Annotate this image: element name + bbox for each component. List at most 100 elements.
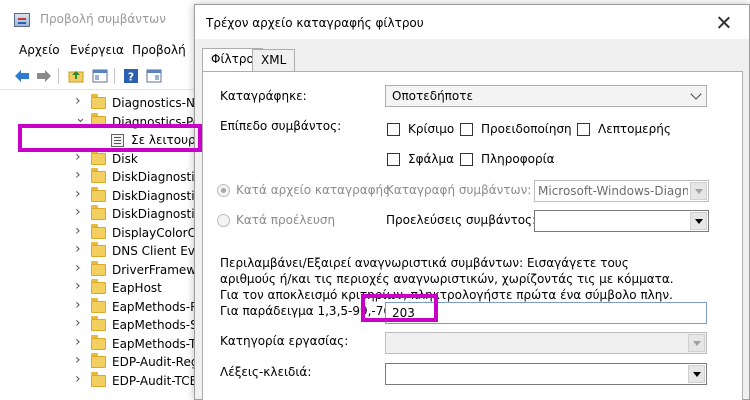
checkbox-verbose[interactable] bbox=[577, 123, 590, 136]
tree-item-label: Disk bbox=[112, 151, 138, 166]
highlight-tree-item bbox=[18, 124, 202, 152]
chevron-right-icon[interactable]: › bbox=[75, 260, 81, 276]
toolbar-separator bbox=[58, 68, 59, 84]
chevron-down-icon bbox=[690, 88, 702, 100]
checkbox-information[interactable] bbox=[460, 153, 473, 166]
close-icon[interactable] bbox=[714, 13, 734, 33]
tree-item[interactable]: › DNS Client Even bbox=[0, 241, 197, 260]
chevron-right-icon[interactable]: › bbox=[75, 315, 81, 331]
dropdown-arrow-icon bbox=[690, 212, 707, 230]
chevron-right-icon[interactable]: › bbox=[75, 93, 81, 109]
folder-icon bbox=[91, 371, 106, 387]
chevron-right-icon[interactable]: › bbox=[75, 223, 81, 239]
tree-item[interactable]: › DiskDiagnosticD bbox=[0, 186, 197, 205]
event-viewer-app-icon bbox=[14, 13, 30, 27]
menu-action[interactable]: Ενέργεια bbox=[70, 43, 124, 57]
dialog-titlebar: Τρέχον αρχείο καταγραφής φίλτρου bbox=[195, 5, 749, 39]
radio-by-source-label: Κατά προέλευση bbox=[236, 213, 336, 227]
tree-item[interactable]: › EapMethods-Sin bbox=[0, 315, 198, 334]
tree-item[interactable]: › Diagnostics-Net bbox=[0, 93, 198, 112]
task-category-combo[interactable] bbox=[385, 332, 707, 354]
folder-icon bbox=[91, 279, 106, 294]
chevron-right-icon[interactable]: › bbox=[75, 371, 81, 387]
folder-up-icon[interactable] bbox=[68, 68, 84, 84]
tree-item-label: EDP-Audit-Regu bbox=[112, 355, 198, 369]
filter-log-dialog: Τρέχον αρχείο καταγραφής φίλτρου Φίλτρο … bbox=[194, 4, 750, 400]
chevron-right-icon[interactable]: › bbox=[75, 204, 81, 220]
tree-item[interactable]: › EDP-Audit-TCB bbox=[0, 371, 198, 390]
tree-item-label: Diagnostics-Net bbox=[112, 96, 198, 110]
svg-text:?: ? bbox=[128, 71, 134, 84]
event-level-label: Επίπεδο συμβάντος: bbox=[220, 119, 342, 133]
checkbox-critical[interactable] bbox=[387, 123, 400, 136]
show-hide-tree-icon[interactable] bbox=[92, 68, 108, 84]
radio-by-source[interactable] bbox=[217, 214, 230, 227]
folder-icon bbox=[91, 353, 106, 368]
tree-item-label: EDP-Audit-TCB bbox=[112, 373, 198, 388]
tab-xml[interactable]: XML bbox=[252, 49, 296, 71]
folder-icon bbox=[91, 149, 106, 165]
menu-file[interactable]: Αρχείο bbox=[19, 43, 60, 57]
logged-select[interactable]: Οποτεδήποτε bbox=[385, 85, 707, 107]
tree-item-label: EapMethods-Sin bbox=[112, 318, 198, 332]
checkbox-warning[interactable] bbox=[460, 123, 473, 136]
tree-item[interactable]: › EapMethods-Ra bbox=[0, 297, 198, 316]
tree-item-label: DisplayColorCal bbox=[112, 225, 198, 240]
tree-item[interactable]: › DriverFramewor bbox=[0, 260, 197, 279]
event-logs-combo[interactable]: Microsoft-Windows-Diagnos bbox=[534, 180, 709, 202]
toolbar-separator bbox=[114, 68, 115, 84]
checkbox-warning-label: Προειδοποίηση bbox=[481, 122, 572, 136]
menu-view[interactable]: Προβολή bbox=[132, 43, 186, 57]
folder-icon bbox=[91, 316, 106, 331]
chevron-right-icon[interactable]: › bbox=[75, 352, 81, 368]
folder-icon bbox=[91, 242, 106, 257]
tree-item-label: EapHost bbox=[112, 281, 162, 295]
event-sources-combo[interactable] bbox=[534, 210, 709, 232]
tree-item-label: DiskDiagnosticR bbox=[112, 207, 197, 221]
back-arrow-icon[interactable] bbox=[14, 68, 30, 84]
folder-icon bbox=[91, 186, 106, 202]
folder-icon bbox=[91, 168, 106, 183]
folder-icon bbox=[91, 205, 106, 220]
filter-tab-panel: Καταγράφηκε: Οποτεδήποτε Επίπεδο συμβάντ… bbox=[202, 71, 743, 400]
event-viewer-title: Προβολή συμβάντων bbox=[40, 12, 166, 26]
checkbox-critical-label: Κρίσιμο bbox=[408, 122, 455, 136]
tree-item[interactable]: › EapMethods-Ttl bbox=[0, 334, 198, 353]
event-sources-label: Προελεύσεις συμβάντος: bbox=[386, 213, 537, 227]
folder-icon bbox=[91, 223, 106, 239]
folder-icon bbox=[91, 94, 106, 109]
dropdown-arrow-icon bbox=[690, 182, 707, 200]
dropdown-arrow-icon bbox=[688, 334, 705, 352]
checkbox-error[interactable] bbox=[387, 153, 400, 166]
chevron-right-icon[interactable]: › bbox=[75, 297, 81, 313]
tree-item[interactable]: › DiskDiagnostic bbox=[0, 167, 198, 186]
tree-item-label: DiskDiagnostic bbox=[112, 170, 198, 184]
checkbox-information-label: Πληροφορία bbox=[481, 152, 555, 166]
tree-item-label: EapMethods-Ttl bbox=[112, 336, 198, 351]
dialog-title: Τρέχον αρχείο καταγραφής φίλτρου bbox=[206, 16, 424, 30]
event-logs-combo-value: Microsoft-Windows-Diagnos bbox=[538, 184, 688, 198]
tree-item-label: DriverFramewor bbox=[112, 262, 197, 277]
chevron-right-icon[interactable]: › bbox=[75, 186, 81, 202]
folder-icon bbox=[91, 260, 106, 276]
logged-select-value: Οποτεδήποτε bbox=[392, 89, 473, 103]
tree-item-label: EapMethods-Ra bbox=[112, 299, 198, 314]
dropdown-arrow-icon bbox=[688, 365, 705, 383]
forward-arrow-icon[interactable] bbox=[36, 68, 52, 84]
tree-item[interactable]: › Disk bbox=[0, 149, 197, 168]
chevron-right-icon[interactable]: › bbox=[75, 334, 81, 350]
keywords-combo[interactable] bbox=[385, 363, 707, 385]
tree-item[interactable]: › DisplayColorCal bbox=[0, 223, 198, 242]
tree-item[interactable]: › DiskDiagnosticR bbox=[0, 204, 197, 223]
tree-item[interactable]: › EDP-Audit-Regu bbox=[0, 352, 198, 371]
radio-by-log[interactable] bbox=[217, 184, 230, 197]
highlight-ids-input bbox=[361, 294, 438, 322]
folder-icon bbox=[91, 334, 106, 350]
chevron-right-icon[interactable]: › bbox=[75, 241, 81, 257]
chevron-right-icon[interactable]: › bbox=[75, 278, 81, 294]
properties-pane-icon[interactable] bbox=[146, 68, 162, 84]
tree-item[interactable]: › EapHost bbox=[0, 278, 197, 297]
help-icon[interactable]: ? bbox=[123, 68, 139, 84]
radio-by-log-label: Κατά αρχείο καταγραφής bbox=[236, 183, 391, 197]
chevron-right-icon[interactable]: › bbox=[75, 167, 81, 183]
